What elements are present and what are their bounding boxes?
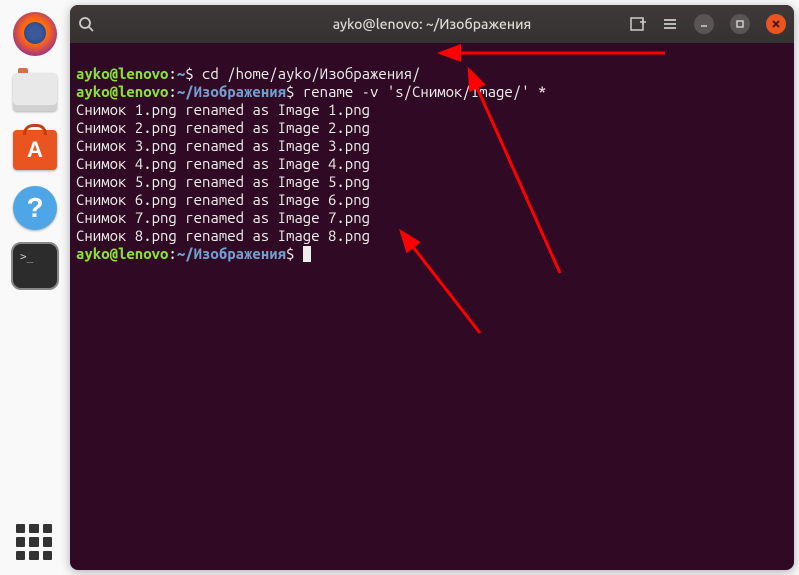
prompt-dollar: $ (286, 245, 303, 262)
prompt-path: ~/Изображения (177, 83, 286, 100)
command-cd: cd /home/ayko/Изображения/ (202, 65, 420, 82)
window-close-button[interactable] (766, 14, 786, 34)
output-line: Снимок 5.png renamed as Image 5.png (76, 173, 370, 190)
window-maximize-button[interactable] (730, 14, 750, 34)
output-line: Снимок 4.png renamed as Image 4.png (76, 155, 370, 172)
prompt-colon: : (168, 65, 176, 82)
prompt-colon: : (168, 83, 176, 100)
terminal-icon: >_ (20, 250, 33, 263)
dock-item-terminal[interactable]: >_ (11, 242, 59, 290)
prompt-dollar: $ (185, 65, 202, 82)
software-store-icon (13, 130, 57, 170)
show-applications-button[interactable] (16, 524, 52, 560)
prompt-path: ~/Изображения (177, 245, 286, 262)
dock-item-software[interactable] (11, 126, 59, 174)
command-rename: rename -v 's/Снимок/Image/' * (303, 83, 547, 100)
output-line: Снимок 3.png renamed as Image 3.png (76, 137, 370, 154)
dock-item-help[interactable] (11, 184, 59, 232)
prompt-path: ~ (177, 65, 185, 82)
window-titlebar[interactable]: ayko@lenovo: ~/Изображения (70, 5, 794, 43)
search-icon[interactable] (78, 16, 94, 32)
output-line: Снимок 1.png renamed as Image 1.png (76, 101, 370, 118)
prompt-user: ayko@lenovo (76, 83, 168, 100)
new-tab-icon[interactable] (630, 16, 646, 32)
help-icon (13, 186, 57, 230)
prompt-colon: : (168, 245, 176, 262)
terminal-body[interactable]: ayko@lenovo:~$ cd /home/ayko/Изображения… (70, 43, 794, 570)
firefox-icon (13, 12, 57, 56)
folder-icon (13, 73, 57, 111)
output-line: Снимок 2.png renamed as Image 2.png (76, 119, 370, 136)
dock-item-firefox[interactable] (11, 10, 59, 58)
output-line: Снимок 6.png renamed as Image 6.png (76, 191, 370, 208)
dock: >_ (5, 5, 65, 570)
output-line: Снимок 7.png renamed as Image 7.png (76, 209, 370, 226)
window-title: ayko@lenovo: ~/Изображения (333, 16, 532, 32)
terminal-window: ayko@lenovo: ~/Изображения ayko@lenovo:~… (70, 5, 794, 570)
window-minimize-button[interactable] (694, 14, 714, 34)
dock-item-files[interactable] (11, 68, 59, 116)
output-line: Снимок 8.png renamed as Image 8.png (76, 227, 370, 244)
prompt-dollar: $ (286, 83, 303, 100)
prompt-user: ayko@lenovo (76, 245, 168, 262)
hamburger-menu-icon[interactable] (662, 16, 678, 32)
prompt-user: ayko@lenovo (76, 65, 168, 82)
terminal-cursor (303, 246, 311, 262)
